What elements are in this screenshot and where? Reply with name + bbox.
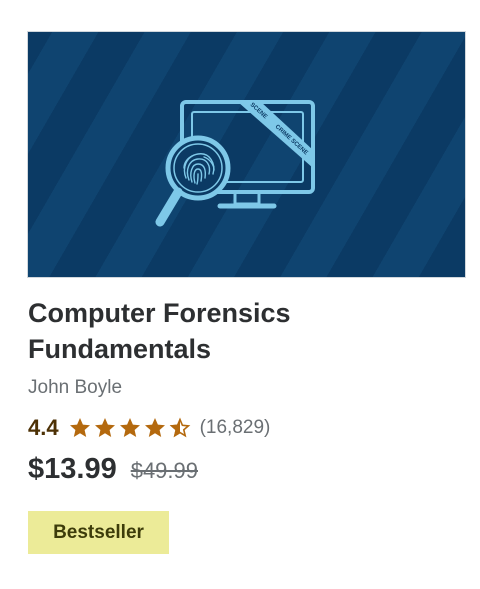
instructor-name: John Boyle: [28, 377, 123, 398]
original-price: $49.99: [130, 458, 198, 483]
star-full-icon: [144, 418, 165, 437]
star-full-icon: [119, 418, 140, 437]
rating-value: 4.4: [28, 415, 59, 440]
course-title[interactable]: Computer Forensics Fundamentals: [28, 295, 448, 367]
bestseller-badge: Bestseller: [28, 511, 169, 554]
price-row: $13.99 $49.99: [28, 453, 198, 486]
star-full-icon: [69, 418, 90, 437]
course-thumbnail[interactable]: SCENE CRIME SCENE: [27, 31, 466, 278]
computer-forensics-icon: SCENE CRIME SCENE: [155, 100, 315, 227]
rating-row: 4.4 (16,829): [28, 413, 270, 443]
course-card[interactable]: SCENE CRIME SCENE Computer Forensics Fun…: [0, 0, 480, 589]
star-half-icon: [169, 417, 190, 438]
rating-count: (16,829): [199, 417, 271, 438]
current-price: $13.99: [28, 453, 117, 485]
star-full-icon: [94, 418, 115, 437]
star-rating: [68, 416, 192, 440]
